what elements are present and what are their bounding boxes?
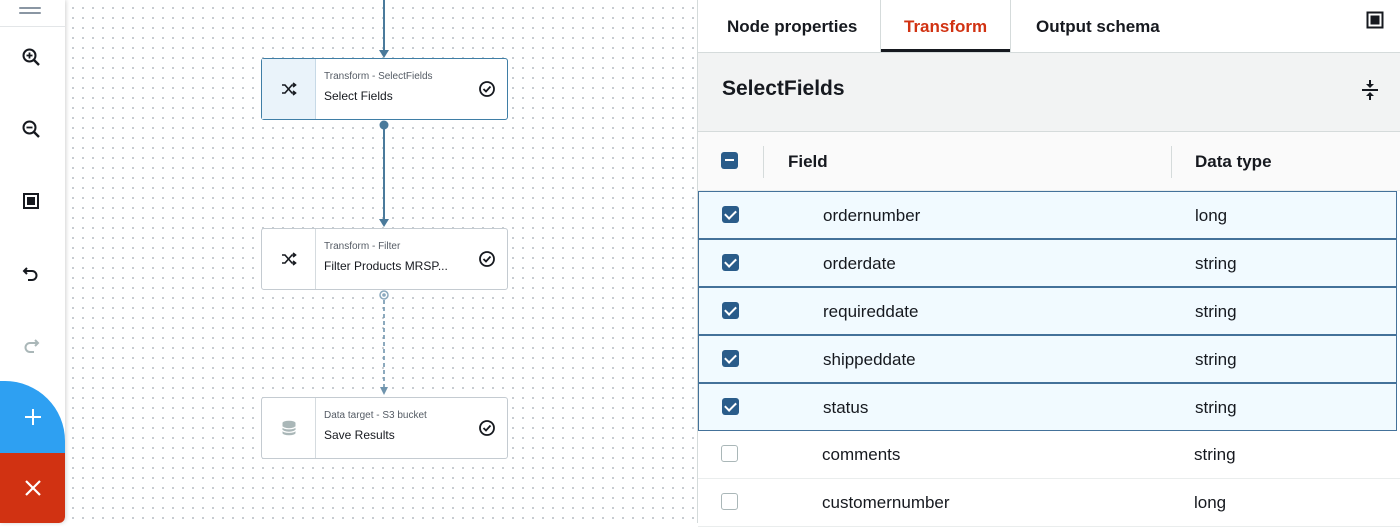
zoom-in-button[interactable] <box>14 40 48 74</box>
table-row[interactable]: requireddate string <box>698 287 1397 335</box>
column-divider <box>763 146 764 178</box>
field-name: requireddate <box>823 302 919 321</box>
node-icon-box <box>262 59 316 119</box>
row-checkbox[interactable] <box>722 350 739 367</box>
node-select-fields[interactable]: Transform - SelectFields Select Fields <box>261 58 508 120</box>
node-title: Select Fields <box>324 89 393 103</box>
zoom-out-button[interactable] <box>14 112 48 146</box>
section-title: SelectFields <box>722 77 845 100</box>
shuffle-icon <box>281 82 297 96</box>
field-data-type: string <box>1195 398 1237 417</box>
node-title: Save Results <box>324 428 395 442</box>
node-filter[interactable]: Transform - Filter Filter Products MRSP.… <box>261 228 508 290</box>
shuffle-icon <box>281 252 297 266</box>
table-row[interactable]: status string <box>698 383 1397 431</box>
panel-layout-icon[interactable] <box>1366 11 1384 29</box>
table-row[interactable]: ordernumber long <box>698 191 1397 239</box>
check-circle-icon <box>479 420 495 436</box>
panel-tabs: Node properties Transform Output schema <box>698 0 1400 53</box>
redo-icon <box>24 339 40 353</box>
check-circle-icon <box>479 251 495 267</box>
zoom-out-icon <box>22 120 40 138</box>
tab-output-schema[interactable]: Output schema <box>1036 0 1160 53</box>
fit-view-icon <box>23 193 39 209</box>
properties-panel: Node properties Transform Output schema … <box>697 0 1400 527</box>
row-checkbox[interactable] <box>722 302 739 319</box>
field-name: orderdate <box>823 254 896 273</box>
add-node-button[interactable] <box>0 381 65 453</box>
close-icon <box>24 480 41 496</box>
tab-node-properties[interactable]: Node properties <box>727 0 857 53</box>
row-checkbox[interactable] <box>721 493 738 510</box>
table-row[interactable]: shippeddate string <box>698 335 1397 383</box>
field-name: status <box>823 398 869 417</box>
field-data-type: string <box>1195 350 1237 369</box>
toolbar-divider <box>0 26 65 27</box>
field-data-type: string <box>1195 254 1237 273</box>
node-kind: Transform - SelectFields <box>324 71 433 82</box>
column-header-field[interactable]: Field <box>788 152 828 172</box>
tab-transform[interactable]: Transform <box>904 0 987 53</box>
row-checkbox[interactable] <box>722 206 739 223</box>
edge-arrowhead <box>379 219 389 227</box>
node-icon-box <box>262 229 316 289</box>
zoom-in-icon <box>22 48 40 66</box>
database-icon <box>281 420 296 436</box>
field-name: comments <box>822 445 901 464</box>
column-header-data-type[interactable]: Data type <box>1195 152 1272 172</box>
close-button[interactable] <box>0 453 65 523</box>
edge-arrowhead <box>380 387 388 395</box>
node-kind: Transform - Filter <box>324 241 401 252</box>
node-save-results[interactable]: Data target - S3 bucket Save Results <box>261 397 508 459</box>
canvas-toolbar <box>0 0 65 523</box>
column-divider <box>1171 146 1172 178</box>
field-data-type: long <box>1195 206 1228 225</box>
plus-icon <box>24 409 41 425</box>
edge-source-port-dot <box>382 293 386 297</box>
table-row[interactable]: customernumber long <box>698 479 1400 527</box>
transform-section-header: SelectFields <box>698 53 1400 132</box>
row-checkbox[interactable] <box>722 254 739 271</box>
undo-icon <box>22 267 38 281</box>
collapse-icon[interactable] <box>1358 78 1382 102</box>
select-all-checkbox[interactable] <box>721 152 738 169</box>
tab-divider <box>880 0 881 53</box>
row-checkbox[interactable] <box>722 398 739 415</box>
edge-arrowhead <box>379 50 389 58</box>
table-header: Field Data type <box>698 132 1400 191</box>
row-checkbox[interactable] <box>721 445 738 462</box>
field-data-type: long <box>1194 493 1227 512</box>
check-circle-icon <box>479 81 495 97</box>
table-row[interactable]: orderdate string <box>698 239 1397 287</box>
tab-divider <box>1010 0 1011 53</box>
node-title: Filter Products MRSP... <box>324 259 448 273</box>
redo-button[interactable] <box>14 328 48 362</box>
node-icon-box <box>262 398 316 458</box>
drag-handle[interactable] <box>19 7 41 15</box>
field-name: ordernumber <box>823 206 921 225</box>
fit-view-button[interactable] <box>14 184 48 218</box>
undo-button[interactable] <box>14 256 48 290</box>
field-data-type: string <box>1195 302 1237 321</box>
active-tab-indicator <box>881 49 1010 52</box>
field-name: shippeddate <box>823 350 916 369</box>
field-name: customernumber <box>822 493 950 512</box>
node-kind: Data target - S3 bucket <box>324 410 427 421</box>
table-row[interactable]: comments string <box>698 431 1400 479</box>
job-canvas[interactable]: Transform - SelectFields Select Fields T… <box>65 0 697 523</box>
field-data-type: string <box>1194 445 1236 464</box>
